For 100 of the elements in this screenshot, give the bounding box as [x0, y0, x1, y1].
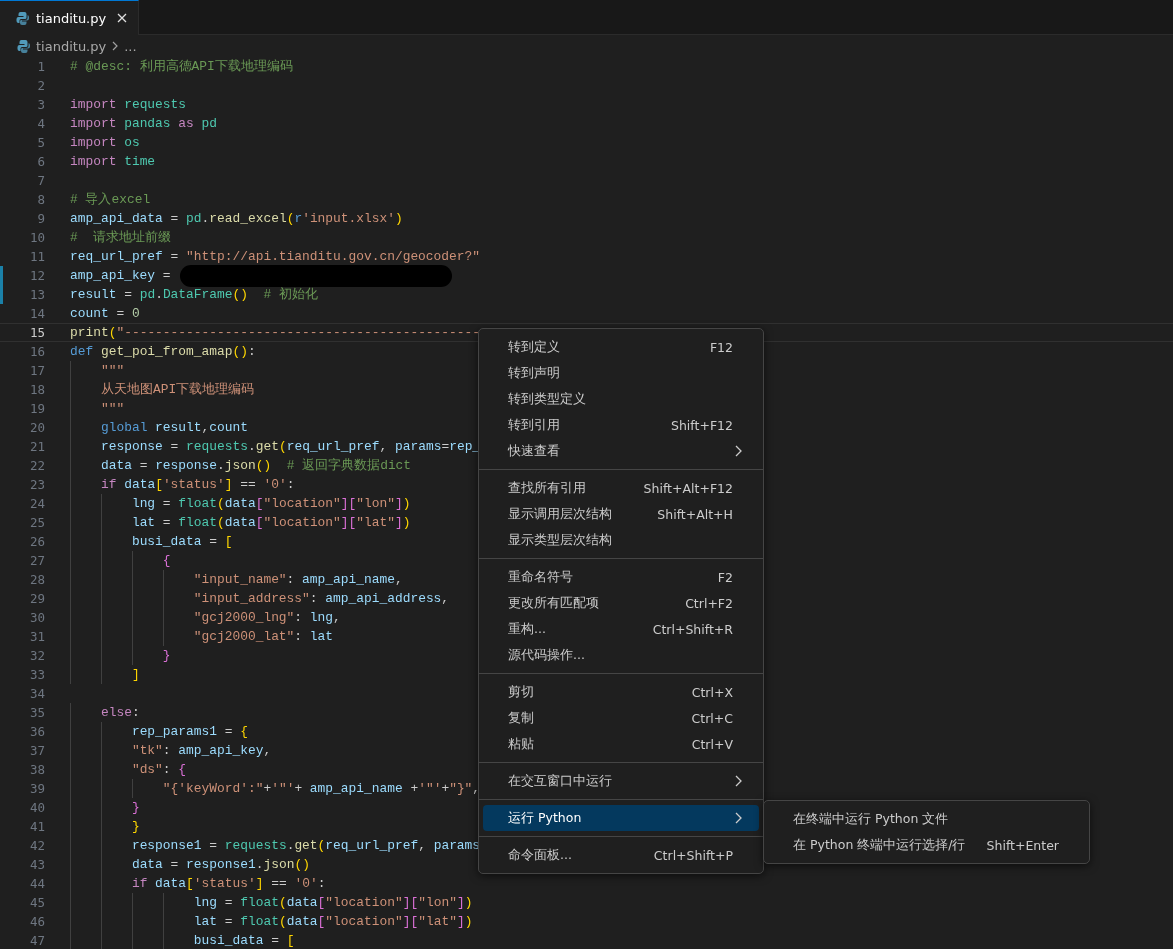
menu-item[interactable]: 显示调用层次结构 Shift+Alt+H — [483, 501, 759, 527]
line-number: 1 — [36, 59, 45, 74]
line-number: 10 — [28, 230, 45, 245]
code-line: import requests — [70, 97, 187, 112]
line-number: 23 — [28, 477, 45, 492]
line-number: 27 — [28, 553, 45, 568]
line-number: 19 — [28, 401, 45, 416]
code-line: data = response.json() # 返回字典数据dict — [100, 457, 412, 474]
line-number: 37 — [28, 743, 45, 758]
line-number: 17 — [28, 363, 45, 378]
line-number: 36 — [28, 724, 45, 739]
menu-item[interactable]: 剪切 Ctrl+X — [483, 679, 759, 705]
keyboard-shortcut: Shift+Enter — [986, 837, 1059, 853]
code-line: } — [162, 648, 171, 663]
line-number: 4 — [36, 116, 45, 131]
keyboard-shortcut: Ctrl+X — [691, 684, 733, 700]
menu-item[interactable]: 在 Python 终端中运行选择/行 Shift+Enter — [768, 832, 1085, 858]
code-line: lng = float(data["location"]["lon"]) — [193, 895, 473, 910]
line-number: 22 — [28, 458, 45, 473]
menu-item[interactable]: 查找所有引用 Shift+Alt+F12 — [483, 475, 759, 501]
line-number: 14 — [28, 306, 45, 321]
code-line: "ds": { — [131, 762, 187, 777]
line-number: 3 — [36, 97, 45, 112]
code-line: # 请求地址前缀 — [70, 229, 172, 246]
line-number: 11 — [28, 249, 45, 264]
code-line: amp_api_data = pd.read_excel(r'input.xlsx') — [70, 211, 403, 226]
code-line: "tk": amp_api_key, — [131, 743, 272, 758]
menu-item[interactable]: 在交互窗口中运行 — [483, 768, 759, 794]
code-line: lat = float(data["location"]["lat"]) — [131, 515, 411, 530]
line-number: 20 — [28, 420, 45, 435]
code-line: response1 = requests.get(req_url_pref, params — [131, 838, 481, 853]
keyboard-shortcut: Ctrl+V — [691, 736, 733, 752]
menu-item[interactable]: 在终端中运行 Python 文件 — [768, 806, 1085, 832]
code-line: rep_params1 = { — [131, 724, 248, 739]
keyboard-shortcut: Shift+Alt+H — [657, 506, 733, 522]
line-number: 21 — [28, 439, 45, 454]
line-number: 44 — [28, 876, 45, 891]
menu-item[interactable]: 转到类型定义 — [483, 386, 759, 412]
line-number: 45 — [28, 895, 45, 910]
code-line: count = 0 — [70, 306, 140, 321]
line-number: 41 — [28, 819, 45, 834]
line-number: 47 — [28, 933, 45, 948]
code-line: import time — [70, 154, 156, 169]
code-line: """ — [100, 401, 125, 416]
line-number: 34 — [28, 686, 45, 701]
menu-item[interactable]: 重命名符号 F2 — [483, 564, 759, 590]
line-number: 15 — [28, 325, 45, 340]
code-line: req_url_pref = "http://api.tianditu.gov.cn/geocoder?" — [70, 249, 480, 264]
code-line: if data['status'] == '0': — [100, 477, 295, 492]
menu-item[interactable]: 转到引用 Shift+F12 — [483, 412, 759, 438]
line-number: 9 — [36, 211, 45, 226]
line-number: 29 — [28, 591, 45, 606]
line-number: 25 — [28, 515, 45, 530]
file-icon — [16, 10, 30, 26]
menu-item[interactable]: 转到定义 F12 — [483, 334, 759, 360]
code-line: ] — [131, 667, 140, 682]
breadcrumb-item[interactable]: tianditu.py — [36, 38, 107, 54]
line-number: 42 — [28, 838, 45, 853]
menu-item[interactable]: 更改所有匹配项 Ctrl+F2 — [483, 590, 759, 616]
menu-item[interactable]: 粘贴 Ctrl+V — [483, 731, 759, 757]
line-number: 39 — [28, 781, 45, 796]
code-line: import pandas as pd — [70, 116, 217, 131]
code-line: if data['status'] == '0': — [131, 876, 326, 891]
code-line: "{'keyWord':"+'"'+ amp_api_name +'"'+"}", — [162, 781, 481, 796]
code-line: # 导入excel — [70, 191, 151, 208]
code-line: global result,count — [100, 420, 248, 435]
file-icon — [17, 38, 31, 54]
breadcrumb-item[interactable]: ... — [124, 38, 137, 54]
code-line: { — [162, 553, 171, 568]
line-number: 35 — [28, 705, 45, 720]
keyboard-shortcut: Ctrl+Shift+R — [652, 621, 733, 637]
code-line: "input_name": amp_api_name, — [193, 572, 403, 587]
code-line: } — [131, 800, 140, 815]
tab-label: tianditu.py — [36, 10, 107, 26]
menu-item[interactable]: 显示类型层次结构 — [483, 527, 759, 553]
menu-item[interactable]: 重构... Ctrl+Shift+R — [483, 616, 759, 642]
keyboard-shortcut: Shift+F12 — [671, 417, 733, 433]
menu-item[interactable]: 命令面板... Ctrl+Shift+P — [483, 842, 759, 868]
menu-item[interactable]: 复制 Ctrl+C — [483, 705, 759, 731]
menu-item[interactable]: 快速查看 — [483, 438, 759, 464]
code-line: busi_data = [ — [193, 933, 295, 948]
keyboard-shortcut: Ctrl+F2 — [685, 595, 733, 611]
code-line: } — [131, 819, 140, 834]
code-line: amp_api_key = — [70, 268, 172, 283]
line-number: 7 — [36, 173, 45, 188]
code-line: "gcj2000_lat": lat — [193, 629, 334, 644]
menu-item[interactable]: 运行 Python — [483, 805, 759, 831]
code-line: lat = float(data["location"]["lat"]) — [193, 914, 473, 929]
keyboard-shortcut: F2 — [717, 569, 733, 585]
menu-item[interactable]: 转到声明 — [483, 360, 759, 386]
line-number: 8 — [36, 192, 45, 207]
editor-tab[interactable]: tianditu.py — [0, 0, 140, 35]
line-number: 38 — [28, 762, 45, 777]
menu-item[interactable]: 源代码操作... — [483, 642, 759, 668]
line-number: 46 — [28, 914, 45, 929]
line-number: 40 — [28, 800, 45, 815]
keyboard-shortcut: F12 — [709, 339, 733, 355]
line-number: 13 — [28, 287, 45, 302]
code-line: data = response1.json() — [131, 857, 310, 872]
line-number: 33 — [28, 667, 45, 682]
